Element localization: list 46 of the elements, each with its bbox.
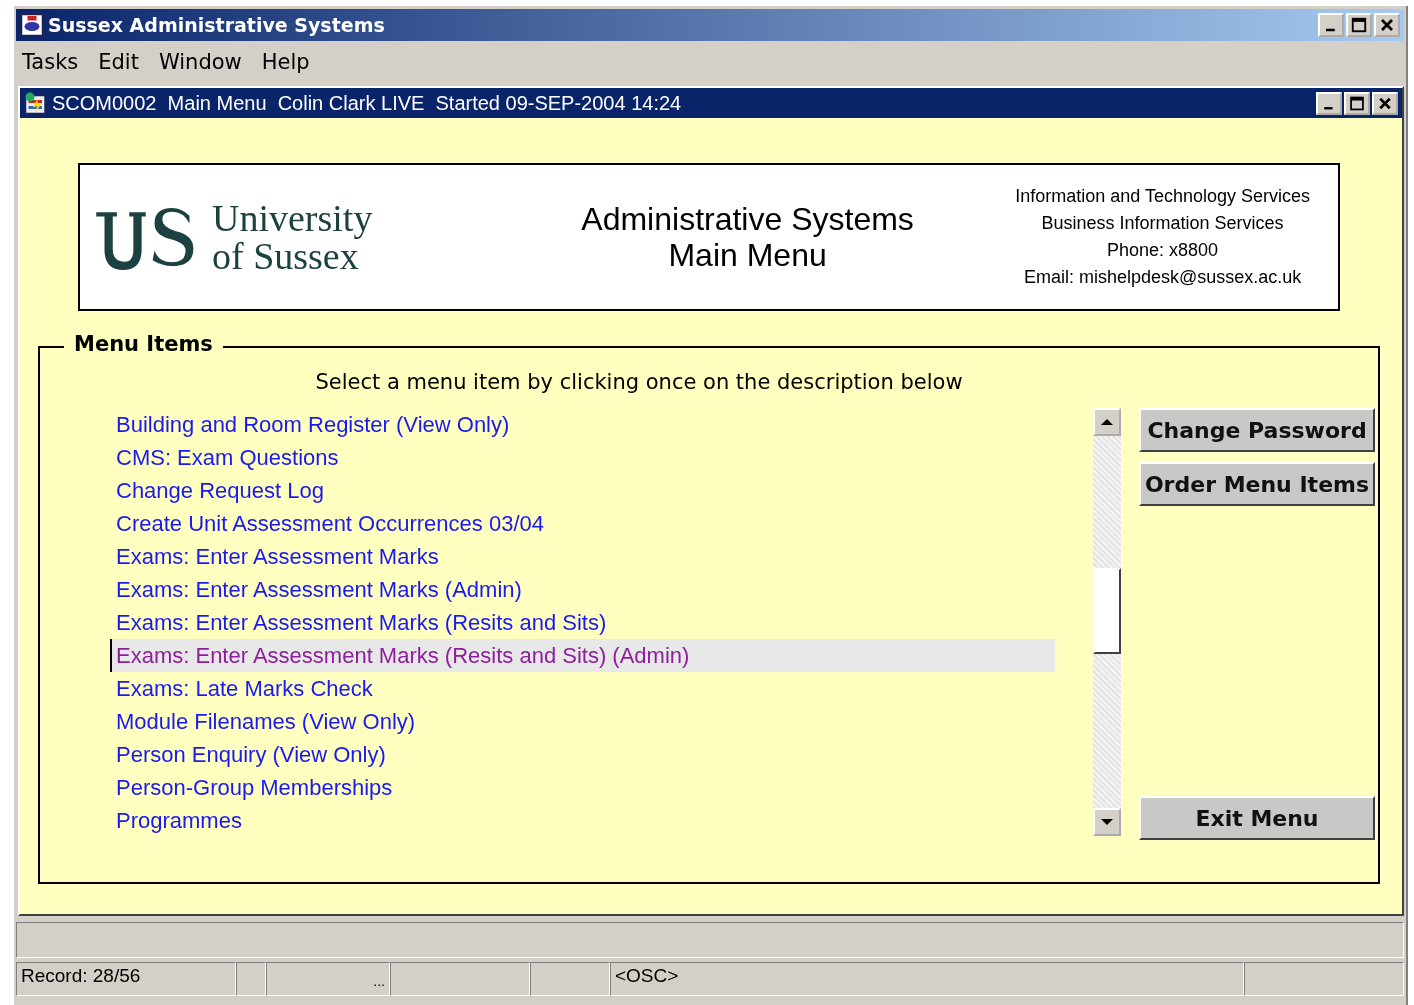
menu-item[interactable]: Edit <box>98 50 139 74</box>
instruction-text: Select a menu item by clicking once on the description below <box>314 370 964 394</box>
contact-text: Business Information Services <box>1041 212 1284 235</box>
menu-list-item[interactable]: Person Enquiry (View Only) <box>110 738 1055 771</box>
maximize-button[interactable] <box>1346 13 1372 37</box>
contact-text: Information and Technology Services <box>1015 185 1310 208</box>
header-title: Main Menu <box>668 237 827 273</box>
scroll-up-button[interactable] <box>1093 408 1121 436</box>
status-cell: <OSC> <box>610 962 1244 996</box>
scroll-thumb[interactable] <box>1093 568 1121 654</box>
logo-text: University <box>212 199 373 237</box>
minimize-button[interactable] <box>1316 91 1342 115</box>
menu-list-item[interactable]: Exams: Late Marks Check <box>110 672 1055 705</box>
menu-list-item[interactable]: Exams: Enter Assessment Marks (Resits and Sits) (Admin) <box>110 639 1055 672</box>
status-cell: ... <box>266 962 390 996</box>
menu-item[interactable]: Window <box>158 50 242 74</box>
contact-text: Phone: x8800 <box>1107 239 1219 262</box>
status-cell: Record: 28/56 <box>16 962 236 996</box>
header-title: Administrative Systems <box>581 201 914 237</box>
menu-list-item[interactable]: Exams: Enter Assessment Marks (Resits and Sits) <box>110 606 1055 639</box>
window-title: Sussex Administrative Systems <box>48 14 386 36</box>
scrollbar[interactable] <box>1093 408 1121 836</box>
action-button[interactable]: Order Menu Items <box>1139 462 1375 506</box>
form-title: SCOM0002 Main Menu Colin Clark LIVE Started 09-SEP-2004 14:24 <box>52 91 683 115</box>
close-button[interactable] <box>1374 13 1400 37</box>
status-cell <box>236 962 266 996</box>
action-button[interactable]: Change Password <box>1139 408 1375 452</box>
menu-list-item[interactable]: Create Unit Assessment Occurrences 03/04 <box>110 507 1055 540</box>
app-icon <box>20 13 44 37</box>
minimize-button[interactable] <box>1318 13 1344 37</box>
scroll-down-button[interactable] <box>1093 808 1121 836</box>
form-icon <box>24 91 48 115</box>
maximize-button[interactable] <box>1344 91 1370 115</box>
exit-button[interactable]: Exit Menu <box>1139 796 1375 840</box>
menu-list-item[interactable]: Person-Group Memberships <box>110 771 1055 804</box>
menu-list-item[interactable]: Change Request Log <box>110 474 1055 507</box>
menu-item[interactable]: Tasks <box>22 50 79 74</box>
menu-list-item[interactable]: Exams: Enter Assessment Marks <box>110 540 1055 573</box>
menu-item[interactable]: Help <box>261 50 310 74</box>
contact-text: Email: mishelpdesk@sussex.ac.uk <box>1023 266 1302 289</box>
close-button[interactable] <box>1372 91 1398 115</box>
menu-list-item[interactable]: Exams: Enter Assessment Marks (Admin) <box>110 573 1055 606</box>
menu-list-item[interactable]: CMS: Exam Questions <box>110 441 1055 474</box>
menu-list-item[interactable]: Building and Room Register (View Only) <box>110 408 1055 441</box>
menu-list-item[interactable]: Programmes <box>110 804 1055 837</box>
menu-list-item[interactable]: Module Filenames (View Only) <box>110 705 1055 738</box>
